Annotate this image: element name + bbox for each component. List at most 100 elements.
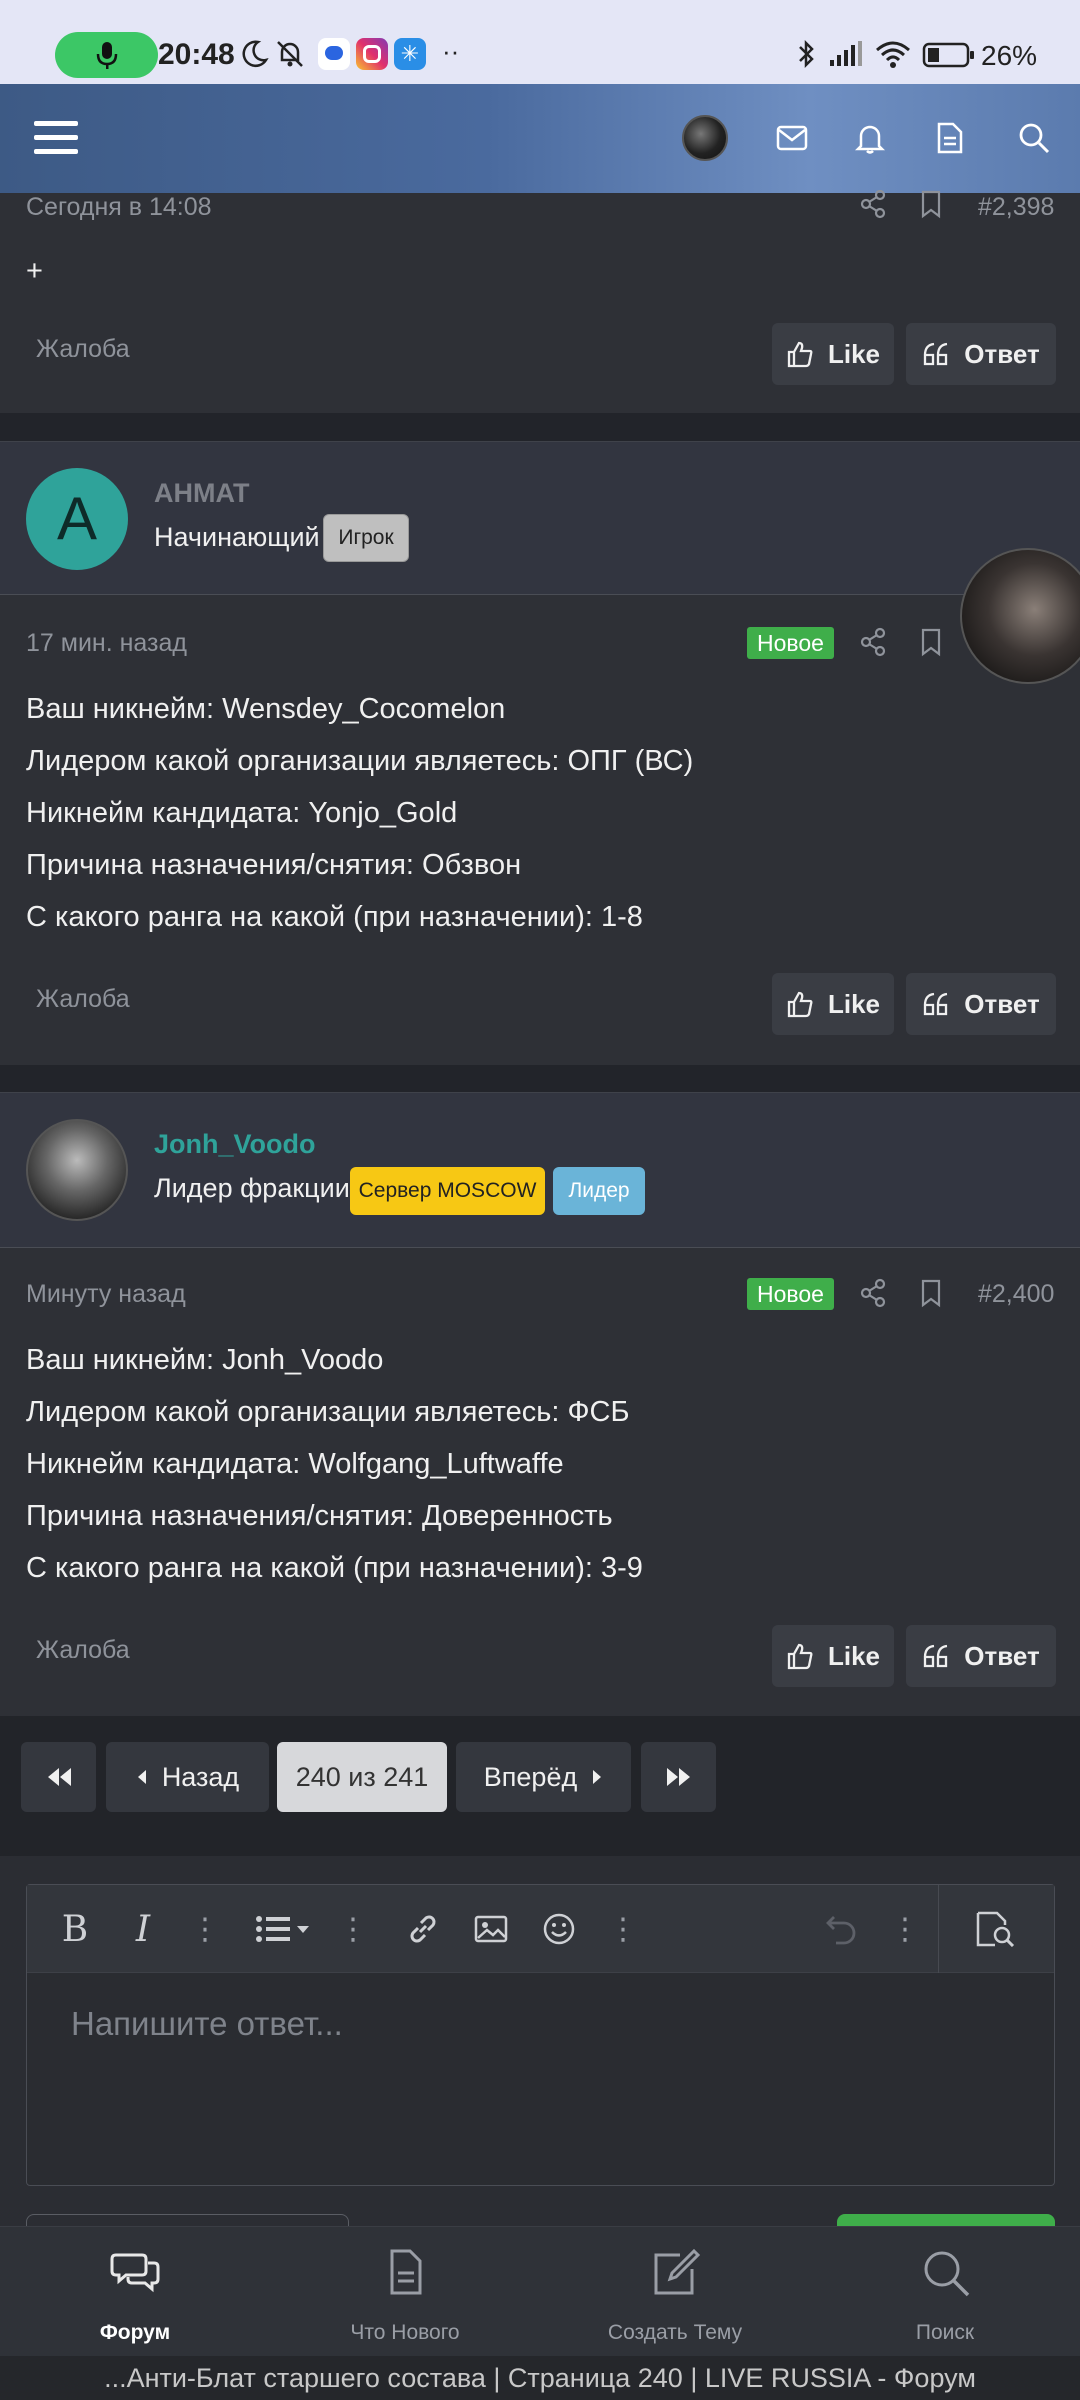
status-time: 20:48: [158, 38, 235, 71]
report-link[interactable]: Жалоба: [36, 335, 130, 364]
insert-emoji-button[interactable]: [537, 1907, 581, 1951]
report-link[interactable]: Жалоба: [36, 1636, 130, 1665]
undo-icon: [826, 1916, 856, 1945]
more-dots-icon: ··: [442, 36, 460, 66]
avatar[interactable]: A: [26, 468, 128, 570]
bottom-nav-search[interactable]: Поиск: [810, 2227, 1080, 2357]
reply-input[interactable]: Напишите ответ...: [71, 2005, 343, 2043]
create-topic-icon: [654, 2248, 701, 2295]
post-number[interactable]: #2,398: [978, 193, 1054, 222]
italic-button[interactable]: I: [121, 1907, 165, 1951]
like-button[interactable]: Like: [772, 973, 894, 1035]
whats-new-button[interactable]: [920, 108, 980, 168]
insert-link-button[interactable]: [401, 1907, 445, 1951]
signal-icon: [830, 41, 862, 66]
quote-icon: [924, 1644, 948, 1668]
avatar[interactable]: [26, 1119, 128, 1221]
inbox-button[interactable]: [762, 108, 822, 168]
preview-button[interactable]: [973, 1907, 1017, 1951]
thumbs-up-icon: [787, 1643, 813, 1670]
preview-icon: [976, 1911, 1015, 1947]
vertical-dots-icon: ⋮: [190, 1912, 220, 1946]
more-insert-options-button[interactable]: ⋮: [601, 1907, 645, 1951]
post-separator: [0, 413, 1080, 441]
bottom-nav-forum[interactable]: Форум: [0, 2227, 270, 2357]
chevron-left-icon: [137, 1770, 146, 1784]
list-button[interactable]: [249, 1907, 319, 1951]
report-link[interactable]: Жалоба: [36, 985, 130, 1014]
user-title: Начинающий: [154, 522, 320, 552]
more-text-options-button[interactable]: ⋮: [183, 1907, 227, 1951]
bold-button[interactable]: B: [53, 1907, 97, 1951]
list-icon: [256, 1916, 309, 1942]
more-list-options-button[interactable]: ⋮: [331, 1907, 375, 1951]
post-number[interactable]: #2,400: [978, 1280, 1054, 1309]
quote-icon: [924, 992, 948, 1016]
post-line: Лидером какой организации являетесь: ФСБ: [26, 1396, 630, 1428]
reply-button[interactable]: Ответ: [906, 973, 1056, 1035]
badge-leader: Лидер: [553, 1167, 645, 1215]
app-star-icon: ✳: [394, 38, 426, 70]
double-chevron-right-icon: [666, 1768, 690, 1786]
new-badge: Новое: [747, 1278, 834, 1310]
bold-icon: B: [61, 1908, 89, 1950]
more-options-button[interactable]: ⋮: [883, 1907, 927, 1951]
document-icon: [937, 122, 963, 154]
avatar: [682, 115, 728, 161]
current-page-indicator[interactable]: 240 из 241: [277, 1742, 447, 1812]
share-icon[interactable]: [858, 1278, 888, 1308]
undo-button[interactable]: [819, 1907, 863, 1951]
reply-button[interactable]: Ответ: [906, 1625, 1056, 1687]
page-title-bar: ...Анти-Блат старшего состава | Страница…: [0, 2356, 1080, 2400]
mic-indicator[interactable]: [55, 32, 158, 78]
account-avatar-button[interactable]: [675, 108, 735, 168]
search-icon: [1019, 123, 1050, 154]
pagination: Назад 240 из 241 Вперёд: [0, 1716, 1080, 1856]
bottom-nav-whats-new[interactable]: Что Нового: [270, 2227, 540, 2357]
bell-icon: [855, 125, 885, 154]
like-label: Like: [827, 988, 881, 1019]
reply-button[interactable]: Ответ: [906, 323, 1056, 385]
vertical-dots-icon: ⋮: [890, 1912, 920, 1946]
author-name[interactable]: AHMAT: [154, 478, 249, 509]
like-button[interactable]: Like: [772, 323, 894, 385]
bookmark-icon[interactable]: [916, 1278, 946, 1308]
top-navigation: [0, 84, 1080, 193]
alerts-button[interactable]: [840, 108, 900, 168]
first-page-button[interactable]: [21, 1742, 96, 1812]
bottom-nav-label: Форум: [99, 2321, 171, 2344]
post-line: Никнейм кандидата: Yonjo_Gold: [26, 797, 458, 829]
menu-button[interactable]: [26, 108, 86, 168]
post-author-header: Jonh_Voodo Лидер фракции Сервер MOSCOW Л…: [0, 1092, 1080, 1248]
prev-label: Назад: [161, 1761, 240, 1792]
reply-label: Ответ: [964, 1640, 1040, 1671]
author-name[interactable]: Jonh_Voodo: [154, 1129, 316, 1160]
quote-icon: [924, 342, 948, 366]
post-date[interactable]: Минуту назад: [26, 1280, 186, 1309]
editor-toolbar: B I ⋮ ⋮ ⋮ ⋮: [27, 1885, 1054, 1973]
search-button[interactable]: [1004, 108, 1064, 168]
like-button[interactable]: Like: [772, 1625, 894, 1687]
post-date[interactable]: 17 мин. назад: [26, 629, 187, 658]
reply-editor: B I ⋮ ⋮ ⋮ ⋮ Напишите ответ...: [26, 1884, 1055, 2186]
post-line: С какого ранга на какой (при назначении)…: [26, 1552, 643, 1584]
bookmark-icon[interactable]: [916, 189, 946, 219]
chat-app-icon: [318, 38, 350, 70]
post-date[interactable]: Сегодня в 14:08: [26, 193, 212, 222]
bottom-nav-create-topic[interactable]: Создать Тему: [540, 2227, 810, 2357]
battery-percent: 26%: [981, 40, 1038, 71]
share-icon[interactable]: [858, 189, 888, 219]
post-author-header: A AHMAT Начинающий Игрок: [0, 441, 1080, 595]
share-icon[interactable]: [858, 627, 888, 657]
prev-page-button[interactable]: Назад: [106, 1742, 269, 1812]
next-label: Вперёд: [483, 1761, 578, 1792]
moon-icon: [242, 40, 269, 67]
new-badge: Новое: [747, 627, 834, 659]
bookmark-icon[interactable]: [916, 627, 946, 657]
insert-image-button[interactable]: [469, 1907, 513, 1951]
next-page-button[interactable]: Вперёд: [456, 1742, 631, 1812]
post-previous: Сегодня в 14:08 #2,398 + Жалоба Like Отв…: [0, 189, 1080, 413]
post-line: Причина назначения/снятия: Доверенность: [26, 1500, 613, 1532]
bottom-nav-label: Что Нового: [350, 2321, 460, 2344]
last-page-button[interactable]: [641, 1742, 716, 1812]
